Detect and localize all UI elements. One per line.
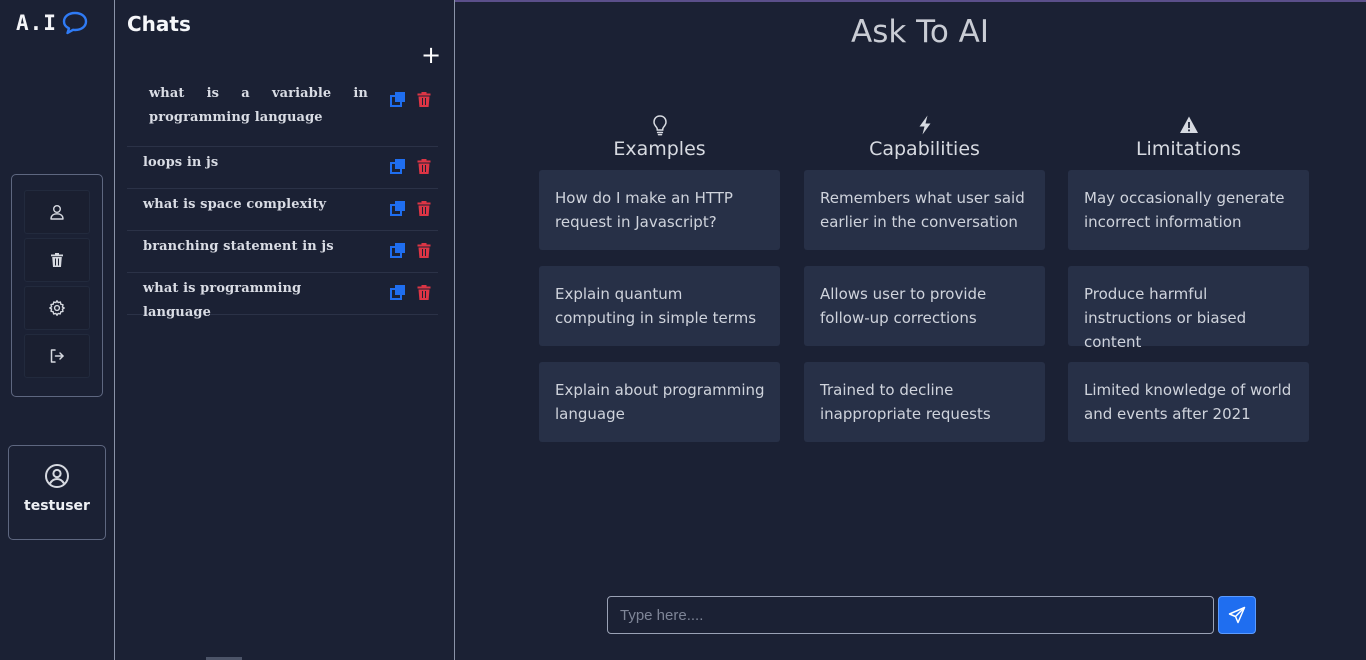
user-circle-icon bbox=[45, 464, 69, 488]
chat-item[interactable]: what is space complexity bbox=[127, 189, 438, 231]
prompt-bar bbox=[607, 596, 1256, 634]
capability-card: Allows user to provide follow-up correct… bbox=[804, 266, 1045, 346]
send-button[interactable] bbox=[1218, 596, 1256, 634]
chat-bubble-icon bbox=[62, 11, 88, 35]
user-card[interactable]: testuser bbox=[8, 445, 106, 540]
profile-button[interactable] bbox=[24, 190, 90, 234]
chat-item-label: branching statement in js bbox=[143, 239, 334, 254]
delete-chat-icon[interactable] bbox=[416, 90, 432, 108]
capabilities-column: Capabilities Remembers what user said ea… bbox=[804, 114, 1045, 442]
username: testuser bbox=[24, 498, 90, 514]
delete-chat-icon[interactable] bbox=[416, 283, 432, 301]
trash-icon bbox=[51, 253, 63, 267]
new-chat-button[interactable]: + bbox=[421, 43, 441, 67]
examples-column: Examples How do I make an HTTP request i… bbox=[539, 114, 780, 442]
prompt-input[interactable] bbox=[607, 596, 1214, 634]
chat-list: what is a variable in programming langua… bbox=[127, 80, 438, 320]
copy-icon[interactable] bbox=[390, 199, 406, 217]
delete-chat-icon[interactable] bbox=[416, 157, 432, 175]
chat-item-label: what is a variable in programming langua… bbox=[149, 86, 368, 125]
chat-item-label: what is programming language bbox=[143, 281, 302, 320]
chat-item[interactable]: branching statement in js bbox=[127, 231, 438, 273]
example-card[interactable]: Explain quantum computing in simple term… bbox=[539, 266, 780, 346]
logout-icon bbox=[50, 349, 64, 363]
user-icon bbox=[50, 205, 64, 220]
copy-icon[interactable] bbox=[390, 241, 406, 259]
settings-button[interactable] bbox=[24, 286, 90, 330]
example-card[interactable]: How do I make an HTTP request in Javascr… bbox=[539, 170, 780, 250]
chat-item[interactable]: what is a variable in programming langua… bbox=[127, 80, 438, 147]
example-card[interactable]: Explain about programming language bbox=[539, 362, 780, 442]
chats-panel: Chats + what is a variable in programmin… bbox=[114, 0, 455, 660]
column-title: Limitations bbox=[1135, 138, 1242, 160]
send-icon bbox=[1228, 606, 1246, 624]
main-area: Ask To AI Examples How do I make an HTTP… bbox=[455, 0, 1366, 660]
logo-text: A.I bbox=[16, 11, 57, 35]
chat-item-label: what is space complexity bbox=[143, 197, 327, 212]
copy-icon[interactable] bbox=[390, 90, 406, 108]
limitation-card: May occasionally generate incorrect info… bbox=[1068, 170, 1309, 250]
copy-icon[interactable] bbox=[390, 283, 406, 301]
limitation-card: Produce harmful instructions or biased c… bbox=[1068, 266, 1309, 351]
capability-card: Remembers what user said earlier in the … bbox=[804, 170, 1045, 250]
chat-item[interactable]: loops in js bbox=[127, 147, 438, 189]
delete-chat-icon[interactable] bbox=[416, 241, 432, 259]
delete-chat-icon[interactable] bbox=[416, 199, 432, 217]
logout-button[interactable] bbox=[24, 334, 90, 378]
copy-icon[interactable] bbox=[390, 157, 406, 175]
capability-card: Trained to decline inappropriate request… bbox=[804, 362, 1045, 442]
tool-menu bbox=[11, 174, 103, 397]
gear-icon bbox=[49, 300, 65, 316]
chats-title: Chats bbox=[127, 12, 191, 36]
column-title: Capabilities bbox=[869, 138, 980, 160]
brand-logo[interactable]: A.I bbox=[16, 10, 89, 36]
page-title: Ask To AI bbox=[850, 14, 989, 50]
lightbulb-icon bbox=[652, 115, 667, 136]
column-title: Examples bbox=[613, 138, 706, 160]
limitation-card: Limited knowledge of world and events af… bbox=[1068, 362, 1309, 442]
delete-all-button[interactable] bbox=[24, 238, 90, 282]
icon-rail: A.I testuser bbox=[0, 0, 114, 660]
lightning-icon bbox=[919, 115, 930, 135]
warning-icon bbox=[1179, 116, 1198, 133]
chat-item-label: loops in js bbox=[143, 155, 219, 170]
limitations-column: Limitations May occasionally generate in… bbox=[1068, 114, 1309, 442]
chat-item[interactable]: what is programming language bbox=[127, 273, 438, 320]
